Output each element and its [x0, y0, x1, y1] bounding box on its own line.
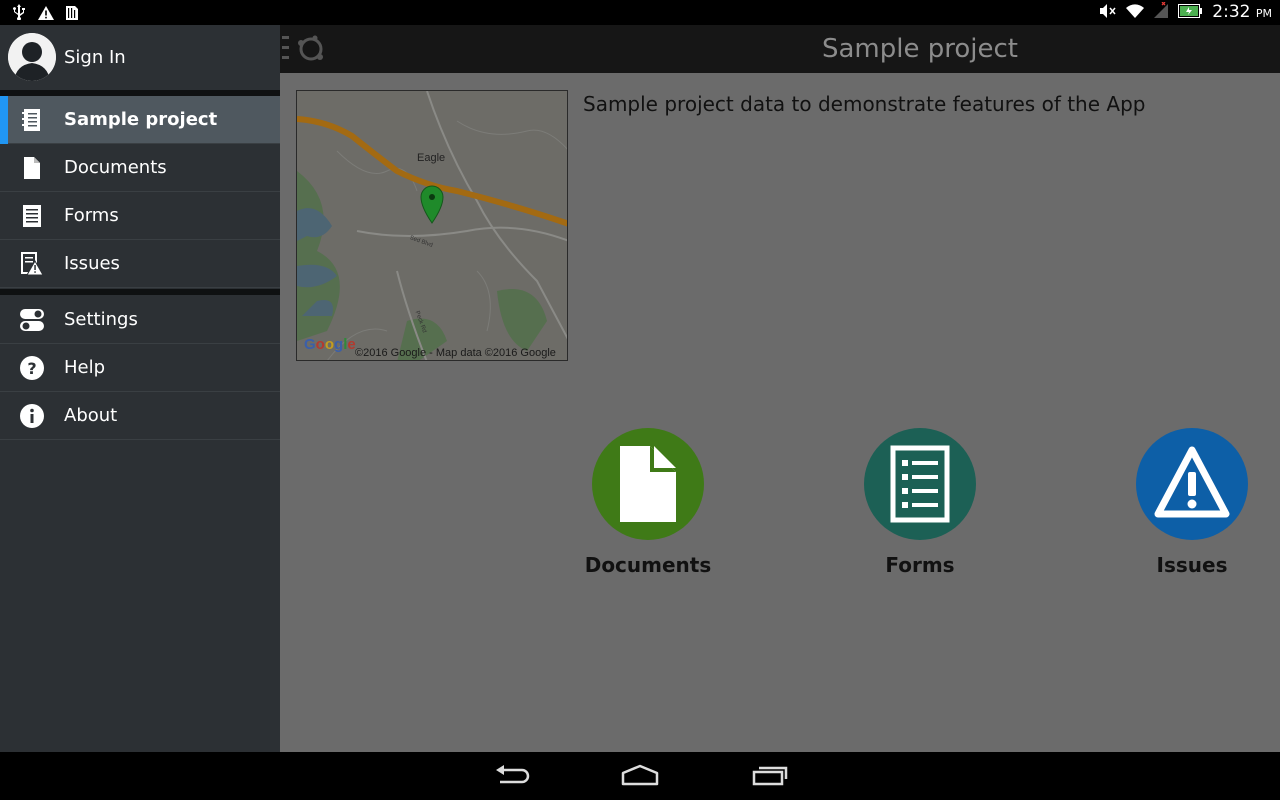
main-content: Sample project Google Eagle Sed Blvd Pec…: [280, 25, 1280, 752]
drawer-item-about[interactable]: About: [0, 392, 280, 440]
system-nav-bar: [0, 752, 1280, 800]
drawer-item-help[interactable]: ? Help: [0, 344, 280, 392]
drawer-item-label: About: [64, 405, 118, 426]
avatar[interactable]: [8, 33, 56, 81]
toggle-icon: [20, 308, 44, 332]
drawer-item-sample-project[interactable]: Sample project: [0, 96, 280, 144]
navigation-drawer: Sign In Sample project Documents Forms I…: [0, 25, 280, 752]
recent-apps-icon[interactable]: [750, 762, 790, 790]
document-icon[interactable]: [592, 428, 704, 540]
project-description: Sample project data to demonstrate featu…: [583, 92, 1146, 116]
home-icon[interactable]: [620, 762, 660, 790]
drawer-item-forms[interactable]: Forms: [0, 192, 280, 240]
wifi-icon: [1126, 3, 1145, 22]
forms-shortcut[interactable]: Forms: [840, 428, 1000, 577]
form-icon: [20, 204, 44, 228]
document-icon: [20, 156, 44, 180]
issues-icon: [20, 252, 44, 276]
drawer-divider: [0, 289, 280, 295]
active-indicator: [0, 96, 8, 144]
drawer-item-documents[interactable]: Documents: [0, 144, 280, 192]
map-place-label: Eagle: [417, 152, 446, 164]
drawer-item-label: Settings: [64, 309, 138, 330]
drawer-item-label: Help: [64, 357, 106, 378]
drawer-item-label: Issues: [64, 253, 120, 274]
page-title: Sample project: [822, 34, 1018, 64]
project-map[interactable]: Google Eagle Sed Blvd Peck Rd ©2016 Goog…: [296, 90, 568, 361]
issues-shortcut-label: Issues: [1156, 553, 1228, 577]
usb-icon: [12, 4, 26, 24]
drawer-item-label: Sample project: [64, 109, 218, 130]
sim-icon: [66, 5, 78, 24]
sign-in-row[interactable]: Sign In: [0, 25, 280, 90]
app-bar: Sample project: [280, 25, 1280, 73]
mute-icon: [1100, 3, 1116, 22]
drawer-item-label: Documents: [64, 157, 167, 178]
status-bar: 2:32 PM: [0, 0, 1280, 25]
back-icon[interactable]: [492, 762, 532, 790]
form-icon[interactable]: [864, 428, 976, 540]
svg-text:Google: Google: [304, 336, 356, 353]
info-icon: [20, 404, 44, 428]
clock: 2:32 PM: [1212, 2, 1272, 22]
battery-charging-icon: [1178, 3, 1203, 22]
drawer-item-label: Forms: [64, 205, 119, 226]
warning-icon: [38, 5, 54, 24]
documents-shortcut-label: Documents: [584, 553, 712, 577]
notebook-icon: [20, 108, 44, 132]
no-signal-icon: [1154, 1, 1169, 22]
warning-icon[interactable]: [1136, 428, 1248, 540]
help-icon: ?: [20, 356, 44, 380]
map-copyright: ©2016 Google - Map data ©2016 Google: [355, 347, 556, 359]
svg-text:?: ?: [27, 359, 36, 378]
forms-shortcut-label: Forms: [885, 553, 955, 577]
drawer-item-settings[interactable]: Settings: [0, 296, 280, 344]
drawer-item-issues[interactable]: Issues: [0, 240, 280, 288]
sign-in-label[interactable]: Sign In: [64, 47, 126, 68]
documents-shortcut[interactable]: Documents: [568, 428, 728, 577]
issues-shortcut[interactable]: Issues: [1112, 428, 1272, 577]
